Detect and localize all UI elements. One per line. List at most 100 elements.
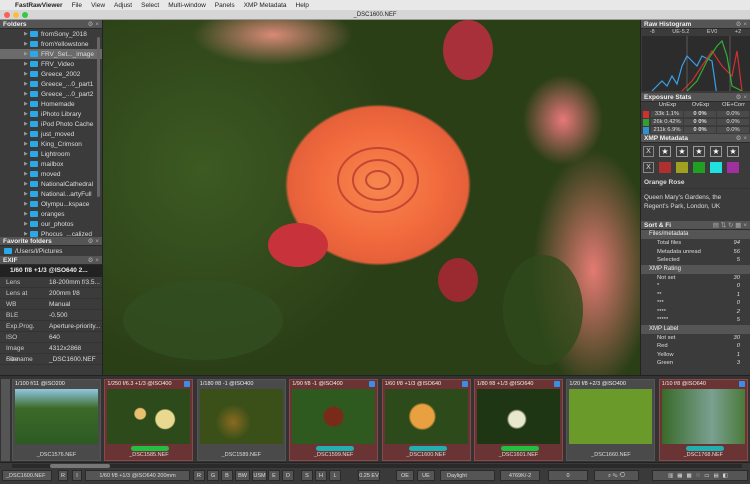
color-label-button[interactable] [659,162,671,173]
sort-row[interactable]: Total files 94 [641,239,750,248]
menu-view[interactable]: View [91,2,105,9]
thumbnail[interactable]: 1/100 f/11 @ISO200 _DSC1576.NEF [12,379,101,461]
expand-arrow-icon[interactable]: ▶ [24,61,28,67]
folder-item[interactable]: ▶ Greece_...0_part1 [0,79,102,89]
folder-item[interactable]: ▶ NationalCathedral [0,179,102,189]
selected-check-icon[interactable] [461,381,468,387]
sort-row[interactable]: ***** 5 [641,316,750,325]
star-3-button[interactable]: ★ [693,146,705,157]
selected-check-icon[interactable] [554,381,560,387]
panel-settings-icon[interactable]: ⚙ × [88,256,99,265]
expand-arrow-icon[interactable]: ▶ [24,221,28,227]
thumbnail[interactable]: 1/60 f/8 +1/3 @ISO640 _DSC1600.NEF [381,379,471,461]
temperature-field[interactable]: 4769K/-2 [500,470,540,481]
expand-arrow-icon[interactable]: ▶ [24,71,28,77]
menu-help[interactable]: Help [296,2,309,9]
menu-xmp-metadata[interactable]: XMP Metadata [244,2,287,9]
thumbnail[interactable]: 1/10 f/8 @ISO640 _DSC1768.NEF [658,379,748,461]
channel-h-button[interactable]: H [315,470,327,481]
expand-arrow-icon[interactable]: ▶ [24,51,28,57]
sort-row[interactable]: Yellow 1 [641,351,750,360]
info-button[interactable]: I [72,470,82,481]
channel-s-button[interactable]: S [301,470,313,481]
star-4-button[interactable]: ★ [710,146,722,157]
sort-section-header[interactable]: XMP Rating [641,264,750,274]
star-5-button[interactable]: ★ [727,146,739,157]
folder-item[interactable]: ▶ fromYellowstone [0,39,102,49]
folder-item[interactable]: ▶ Phocus_...calized [0,229,102,237]
main-image-view[interactable] [103,20,640,375]
channel-g-button[interactable]: G [207,470,219,481]
thumbnail[interactable]: 1/20 f/8 +2/3 @ISO400 _DSC1660.NEF [566,379,656,461]
folder-item[interactable]: ▶ our_photos [0,219,102,229]
sort-row[interactable]: ** 1 [641,291,750,300]
oe-button[interactable]: OE [396,470,414,481]
expand-arrow-icon[interactable]: ▶ [24,101,28,107]
filmstrip-scrollbar[interactable] [12,464,742,468]
expand-arrow-icon[interactable]: ▶ [24,91,28,97]
filmstrip-toggle[interactable] [1,379,10,461]
color-label-button[interactable] [693,162,705,173]
folder-item[interactable]: ▶ FRV_Set..._image [0,49,102,59]
panel-settings-icon[interactable]: ⚙ × [736,93,747,102]
sort-row[interactable]: Not set 30 [641,274,750,283]
folder-item[interactable]: ▶ Greece_...0_part2 [0,89,102,99]
folder-item[interactable]: ▶ iPhoto Library [0,109,102,119]
panel-settings-icon[interactable]: ⚙ × [736,134,747,143]
tint-field[interactable]: 0 [548,470,588,481]
expand-arrow-icon[interactable]: ▶ [24,131,28,137]
sort-row[interactable]: Red 0 [641,342,750,351]
clear-rating-button[interactable]: X [643,146,654,157]
folder-item[interactable]: ▶ Lightroom [0,149,102,159]
scrollbar-thumb[interactable] [50,464,110,468]
sort-section-header[interactable]: XMP Label [641,324,750,334]
channel-r-button[interactable]: R [193,470,205,481]
zoom-window-button[interactable] [22,12,28,18]
folder-item[interactable]: ▶ King_Crimson [0,139,102,149]
expand-arrow-icon[interactable]: ▶ [24,111,28,117]
ev-field[interactable]: 0.25 EV [358,470,380,481]
folder-item[interactable]: ▶ just_moved [0,129,102,139]
sort-row[interactable]: *** 0 [641,299,750,308]
folder-item[interactable]: ▶ National...artyFull [0,189,102,199]
sort-row[interactable]: Selected 5 [641,256,750,265]
favorite-folder-item[interactable]: /Users/l/Pictures [0,246,102,256]
channel-d-button[interactable]: D [282,470,294,481]
app-menu[interactable]: FastRawViewer [15,2,63,9]
folder-item[interactable]: ▶ Homemade [0,99,102,109]
expand-arrow-icon[interactable]: ▶ [24,171,28,177]
expand-arrow-icon[interactable]: ▶ [24,211,28,217]
channel-bw-button[interactable]: BW [235,470,250,481]
close-window-button[interactable] [4,12,10,18]
panel-settings-icon[interactable]: ⚙ × [88,20,99,29]
sort-filter-toolbar-icons[interactable]: ▤ ⇅ ↻ ▦ × [713,221,747,230]
clear-label-button[interactable]: X [643,162,654,173]
sort-section-header[interactable]: Files/metadata [641,230,750,239]
color-label-button[interactable] [710,162,722,173]
thumbnail[interactable]: 1/80 f/8 +1/3 @ISO640 _DSC1601.NEF [474,379,563,461]
sort-row[interactable]: Not set 30 [641,334,750,343]
folder-item[interactable]: ▶ oranges [0,209,102,219]
star-2-button[interactable]: ★ [676,146,688,157]
channel-e-button[interactable]: E [268,470,280,481]
xmp-title-field[interactable]: Orange Rose [641,175,750,189]
expand-arrow-icon[interactable]: ▶ [24,181,28,187]
selected-check-icon[interactable] [738,381,745,387]
layout-buttons[interactable]: ▥▦▩⁙▭▤◧ [652,470,748,481]
sort-row[interactable]: Green 3 [641,359,750,368]
folder-scrollbar[interactable] [97,37,100,197]
white-balance-select[interactable]: Daylight [440,470,495,481]
expand-arrow-icon[interactable]: ▶ [24,121,28,127]
thumbnail[interactable]: 1/90 f/8 -1 @ISO400 _DSC1599.NEF [289,379,379,461]
panel-settings-icon[interactable]: ⚙ × [736,20,747,29]
expand-arrow-icon[interactable]: ▶ [24,141,28,147]
menu-file[interactable]: File [72,2,82,9]
panel-settings-icon[interactable]: ⚙ × [88,237,99,246]
ue-button[interactable]: UE [417,470,435,481]
expand-arrow-icon[interactable]: ▶ [24,41,28,47]
color-label-button[interactable] [727,162,739,173]
selected-check-icon[interactable] [369,381,376,387]
channel-usm-button[interactable]: USM [252,470,267,481]
minimize-window-button[interactable] [13,12,19,18]
sort-row[interactable]: **** 2 [641,308,750,317]
